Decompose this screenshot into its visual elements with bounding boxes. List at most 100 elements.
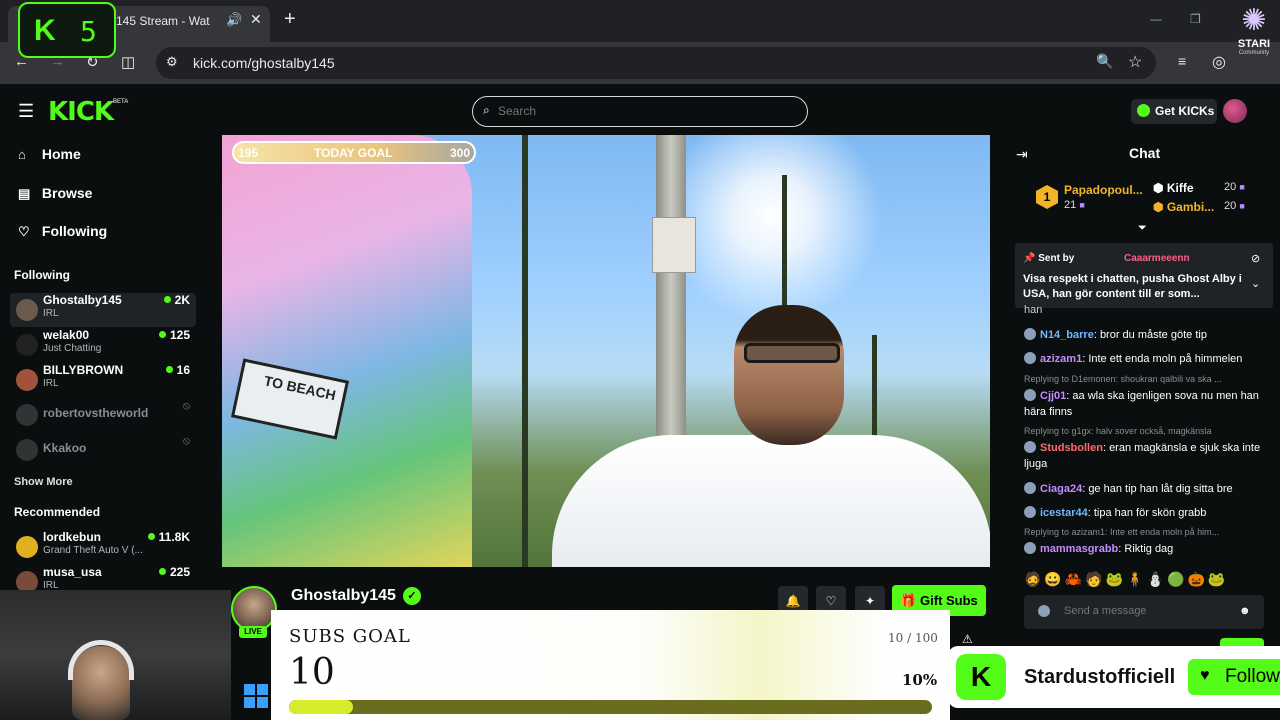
follower-name: Stardustofficiell bbox=[1024, 666, 1176, 688]
url-text[interactable]: kick.com/ghostalby145 bbox=[193, 55, 335, 71]
gift-icon: 🎁 bbox=[900, 593, 917, 608]
sidebar-channel-row[interactable]: BILLYBROWN IRL 16 bbox=[10, 363, 196, 397]
streamer-name[interactable]: Ghostalby145 bbox=[291, 587, 396, 605]
goal-title: TODAY GOAL bbox=[314, 146, 393, 160]
chat-text: : ge han tip han låt dig sitta bre bbox=[1082, 483, 1233, 495]
leaderboard-count: 20 ■ bbox=[1224, 181, 1245, 193]
sidebar-item-home[interactable]: ⌂ Home bbox=[18, 146, 81, 162]
leaderboard-toggle-icon[interactable]: ⏷ bbox=[1138, 222, 1147, 235]
collapse-chat-icon[interactable]: ⇥ bbox=[1016, 146, 1028, 163]
leaderboard-name[interactable]: ⬢ Kiffe bbox=[1153, 181, 1194, 195]
chat-username[interactable]: azizam1 bbox=[1040, 353, 1082, 365]
leaderboard-name-text: Kiffe bbox=[1166, 181, 1194, 195]
pinned-user[interactable]: Caaarmeeenn bbox=[1124, 253, 1190, 264]
hide-pin-icon[interactable]: ⊘ bbox=[1251, 252, 1260, 265]
speaker-icon[interactable]: 🔊 bbox=[226, 12, 242, 28]
send-button-edge[interactable] bbox=[1220, 638, 1264, 646]
streamer-body bbox=[552, 435, 990, 567]
chevron-down-icon[interactable]: ⌄ bbox=[1251, 277, 1260, 290]
chat-username[interactable]: N14_barre bbox=[1040, 329, 1094, 341]
chat-message[interactable]: icestar44: tipa han för skön grabb bbox=[1024, 505, 1266, 521]
nav-label: Browse bbox=[41, 185, 93, 201]
leaderboard-name-text: Gambi... bbox=[1166, 200, 1215, 214]
goal-end: 300 bbox=[450, 146, 471, 160]
chat-reply-context: Replying to azizam1: Inte ett enda moln … bbox=[1024, 527, 1220, 537]
pole-sign bbox=[652, 217, 696, 273]
site-info-icon[interactable]: ⚙ bbox=[166, 54, 178, 70]
viewer-count-text: 225 bbox=[169, 565, 190, 579]
nav-label: Home bbox=[41, 146, 81, 162]
chat-text: : bror du måste göte tip bbox=[1093, 329, 1207, 341]
sidebar-channel-row[interactable]: welak00 Just Chatting 125 bbox=[10, 328, 196, 362]
chat-message-input[interactable] bbox=[1064, 605, 1224, 617]
emote-row[interactable]: 🧔😀🦀🧑🐸🧍⛄🟢🎃🐸 bbox=[1024, 571, 1274, 591]
chat-message[interactable]: mammasgrabb: Riktig dag bbox=[1024, 541, 1266, 557]
chat-user-avatar bbox=[1024, 352, 1036, 364]
verified-icon: ✓ bbox=[403, 587, 421, 605]
channel-avatar bbox=[16, 369, 38, 391]
chat-message[interactable]: azizam1: Inte ett enda moln på himmelen bbox=[1024, 351, 1266, 367]
warning-icon: ⚠ bbox=[962, 632, 973, 646]
close-tab-button[interactable]: ✕ bbox=[250, 11, 262, 28]
sidebar-channel-row[interactable]: lordkebun Grand Theft Auto V (... 11.8K bbox=[10, 530, 196, 564]
chat-username[interactable]: Ciaga24 bbox=[1040, 483, 1082, 495]
sidebar-channel-row[interactable]: Ghostalby145 IRL 2K bbox=[10, 293, 196, 327]
sidebar-channel-row[interactable]: robertovstheworld ⦸ bbox=[10, 398, 196, 432]
streamer-head bbox=[734, 305, 844, 445]
follow-button-label[interactable]: Follow bbox=[1225, 666, 1280, 688]
zoom-icon[interactable]: 🔍 bbox=[1096, 53, 1113, 70]
kick-k-icon: K bbox=[956, 654, 1006, 700]
leaderboard-count: 21 ■ bbox=[1064, 199, 1085, 211]
chat-reply-context: Replying to g1gx: halv sover också, magk… bbox=[1024, 426, 1212, 436]
media-controls-icon[interactable]: ≡ bbox=[1178, 53, 1186, 69]
heart-icon: ♡ bbox=[18, 224, 30, 239]
search-input[interactable] bbox=[498, 104, 778, 118]
profile-icon[interactable]: ◎ bbox=[1212, 52, 1226, 72]
video-player[interactable]: TO BEACH bbox=[222, 135, 990, 567]
pinned-label: 📌 Sent by bbox=[1023, 253, 1074, 264]
k5-letter: K bbox=[34, 14, 56, 47]
emoji-icon[interactable]: ☻ bbox=[1239, 605, 1251, 617]
leaderboard-name[interactable]: Papadopoul... bbox=[1064, 183, 1143, 197]
subs-goal-count: 10 bbox=[289, 652, 335, 693]
channel-name: lordkebun bbox=[43, 530, 102, 544]
leaderboard-count-value: 20 bbox=[1224, 200, 1237, 212]
chat-message[interactable]: Studsbollen: eran magkänsla e sjuk ska i… bbox=[1024, 440, 1266, 472]
offline-icon: ⦸ bbox=[182, 435, 190, 447]
goal-start: 195 bbox=[238, 146, 259, 160]
chat-message[interactable]: Ciaga24: ge han tip han låt dig sitta br… bbox=[1024, 481, 1266, 497]
kick-logo[interactable]: KICK bbox=[48, 97, 114, 127]
viewer-count: 11.8K bbox=[147, 530, 190, 544]
stari-sub: Community bbox=[1238, 50, 1270, 56]
tab-title: y145 Stream - Wat bbox=[110, 14, 210, 28]
sidebar-item-browse[interactable]: ▤ Browse bbox=[18, 185, 92, 202]
chat-username[interactable]: icestar44 bbox=[1040, 507, 1088, 519]
chat-username[interactable]: Cjj01 bbox=[1040, 390, 1066, 402]
leaderboard-name[interactable]: ⬢ Gambi... bbox=[1153, 200, 1214, 214]
window-controls[interactable]: —❐ bbox=[1150, 12, 1229, 26]
person-in-shirt bbox=[222, 135, 472, 567]
windows-start-icon[interactable] bbox=[244, 684, 268, 708]
chat-message-partial: han bbox=[1024, 304, 1043, 316]
chat-username[interactable]: Studsbollen bbox=[1040, 442, 1103, 454]
channel-avatar bbox=[16, 439, 38, 461]
sidebar-toggle-icon[interactable]: ◫ bbox=[121, 53, 135, 71]
sidebar-channel-row[interactable]: Kkakoo ⦸ bbox=[10, 433, 196, 467]
chat-username[interactable]: mammasgrabb bbox=[1040, 543, 1118, 555]
menu-icon[interactable]: ☰ bbox=[18, 101, 34, 122]
chat-user-avatar bbox=[1024, 389, 1036, 401]
user-avatar[interactable] bbox=[1223, 99, 1247, 123]
chat-message[interactable]: N14_barre: bror du måste göte tip bbox=[1024, 327, 1266, 343]
chat-text: : Inte ett enda moln på himmelen bbox=[1082, 353, 1243, 365]
chat-message[interactable]: Cjj01: aa wla ska igenligen sova nu men … bbox=[1024, 388, 1266, 420]
nav-label: Following bbox=[41, 223, 108, 239]
chat-user-avatar bbox=[1024, 441, 1036, 453]
sidebar-item-following[interactable]: ♡ Following bbox=[18, 223, 107, 240]
chat-user-avatar bbox=[1024, 482, 1036, 494]
new-tab-button[interactable]: + bbox=[284, 8, 296, 31]
show-more-button[interactable]: Show More bbox=[14, 476, 73, 488]
channel-name: Kkakoo bbox=[43, 441, 87, 455]
get-kicks-label[interactable]: Get KICKs bbox=[1155, 104, 1214, 118]
live-badge: LIVE bbox=[239, 626, 267, 638]
bookmark-star-icon[interactable]: ☆ bbox=[1128, 52, 1142, 72]
